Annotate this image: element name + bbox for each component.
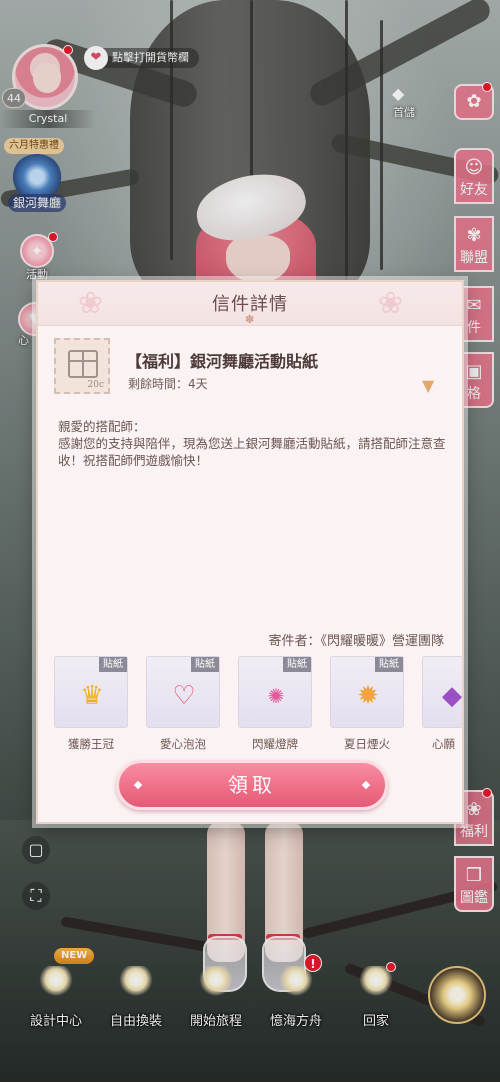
mail-content: 感謝您的支持與陪伴，現為您送上銀河舞廳活動貼紙，請搭配師注意查收！祝搭配師們遊戲… bbox=[58, 436, 446, 468]
reward-tag: 貼紙 bbox=[191, 657, 219, 672]
gift-icon bbox=[68, 350, 98, 378]
claim-label: 領取 bbox=[228, 773, 276, 797]
reward-item[interactable]: 貼紙 ♡ 愛心泡泡 bbox=[146, 656, 220, 750]
purple-gem-icon: ◆ bbox=[442, 681, 462, 711]
reward-name: 心願 bbox=[432, 737, 455, 750]
reward-name: 閃耀燈牌 bbox=[252, 737, 298, 750]
reward-card: ◆ bbox=[422, 656, 462, 728]
remaining-time: 剩餘時間：4天 bbox=[128, 377, 208, 391]
mail-greeting: 親愛的搭配師： bbox=[58, 419, 146, 434]
reward-name: 獲勝王冠 bbox=[68, 737, 114, 750]
flower-ornament-icon: ✽ bbox=[245, 313, 255, 326]
reward-item[interactable]: 貼紙 ✹ 夏日煙火 bbox=[330, 656, 404, 750]
mail-detail-dialog: ❀ ❀ 信件詳情 ✽ 20c 【福利】銀河舞廳活動貼紙 剩餘時間：4天 ▼ 親愛… bbox=[36, 280, 464, 824]
chevron-down-icon[interactable]: ▼ bbox=[422, 376, 434, 395]
reward-item[interactable]: ◆ 心願 bbox=[422, 656, 462, 750]
reward-card: 貼紙 ✹ bbox=[330, 656, 404, 728]
light-sign-icon: ✺ bbox=[267, 684, 285, 708]
diamond-ornament-icon bbox=[361, 780, 371, 790]
mail-body: 親愛的搭配師： 感謝您的支持與陪伴，現為您送上銀河舞廳活動貼紙，請搭配師注意查收… bbox=[58, 418, 446, 469]
diamond-ornament-icon bbox=[133, 780, 143, 790]
reward-name: 愛心泡泡 bbox=[160, 737, 206, 750]
mail-sender: 寄件者：《閃耀暖暖》營運團隊 bbox=[268, 634, 444, 649]
reward-card: 貼紙 ♛ bbox=[54, 656, 128, 728]
heart-bubble-icon: ♡ bbox=[172, 681, 196, 711]
mail-stamp: 20c bbox=[54, 338, 110, 394]
reward-tag: 貼紙 bbox=[375, 657, 403, 672]
reward-item[interactable]: 貼紙 ✺ 閃耀燈牌 bbox=[238, 656, 312, 750]
mail-subject: 【福利】銀河舞廳活動貼紙 bbox=[126, 352, 319, 371]
reward-tag: 貼紙 bbox=[283, 657, 311, 672]
reward-card: 貼紙 ✺ bbox=[238, 656, 312, 728]
reward-tag: 貼紙 bbox=[99, 657, 127, 672]
claim-button[interactable]: 領取 bbox=[116, 760, 388, 810]
stamp-value: 20c bbox=[87, 380, 105, 390]
crown-icon: ♛ bbox=[80, 681, 104, 711]
reward-item[interactable]: 貼紙 ♛ 獲勝王冠 bbox=[54, 656, 128, 750]
rewards-list[interactable]: 貼紙 ♛ 獲勝王冠 貼紙 ♡ 愛心泡泡 貼紙 ✺ 閃耀燈牌 貼紙 ✹ 夏日煙火 bbox=[38, 652, 462, 750]
dialog-header: ❀ ❀ 信件詳情 ✽ bbox=[38, 282, 462, 326]
reward-name: 夏日煙火 bbox=[344, 737, 390, 750]
reward-card: 貼紙 ♡ bbox=[146, 656, 220, 728]
firework-icon: ✹ bbox=[357, 681, 379, 711]
